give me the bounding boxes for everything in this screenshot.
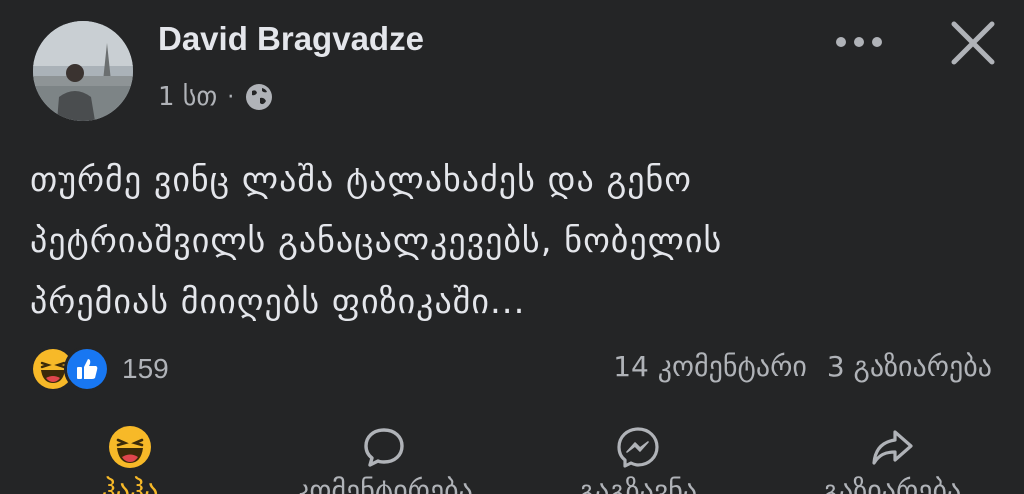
share-label: გაზიარება [822,474,962,494]
post-text-line: პეტრიაშვილს განაცალკევებს, ნობელის [30,221,723,261]
post-time[interactable]: 1 სთ [158,82,217,112]
reactions-summary[interactable]: 159 [30,346,169,392]
comments-count[interactable]: 14 კომენტარი [613,350,807,383]
send-button[interactable]: გაგზავნა [518,424,758,494]
globe-icon[interactable] [244,82,274,112]
avatar[interactable] [33,21,133,121]
post-text: თურმე ვინც ლაშა ტალახაძეს და გენო პეტრია… [30,150,990,333]
more-options-button[interactable] [828,24,890,60]
engagement-stats: 14 კომენტარი 3 გაზიარება [613,350,992,383]
haha-button[interactable]: ჰაჰა [10,424,250,494]
avatar-photo [33,21,133,121]
send-label: გაგზავნა [578,474,698,494]
share-button[interactable]: გაზიარება [772,424,1012,494]
share-icon [872,430,913,465]
post-meta: 1 სთ · [158,82,274,112]
haha-label: ჰაჰა [101,474,159,494]
post-text-line: თურმე ვინც ლაშა ტალახაძეს და გენო [30,160,693,200]
messenger-icon [617,427,659,468]
reaction-count: 159 [122,353,169,384]
more-horizontal-icon [836,37,846,47]
more-dot [872,37,882,47]
comment-button[interactable]: კომენტირება [264,424,504,494]
comment-icon [364,428,404,467]
meta-separator: · [227,84,235,110]
shares-count[interactable]: 3 გაზიარება [827,350,992,383]
author-name[interactable]: David Bragvadze [158,20,424,58]
like-reaction-icon [64,346,110,392]
more-dot [854,37,864,47]
close-button[interactable] [948,18,998,68]
haha-icon [109,426,151,468]
post-text-line: პრემიას მიიღებს ფიზიკაში... [30,282,526,322]
comment-label: კომენტირება [295,474,473,494]
close-icon [951,21,995,65]
facebook-post: David Bragvadze 1 სთ · თურმე ვინც ლაშა ტ… [0,0,1024,494]
